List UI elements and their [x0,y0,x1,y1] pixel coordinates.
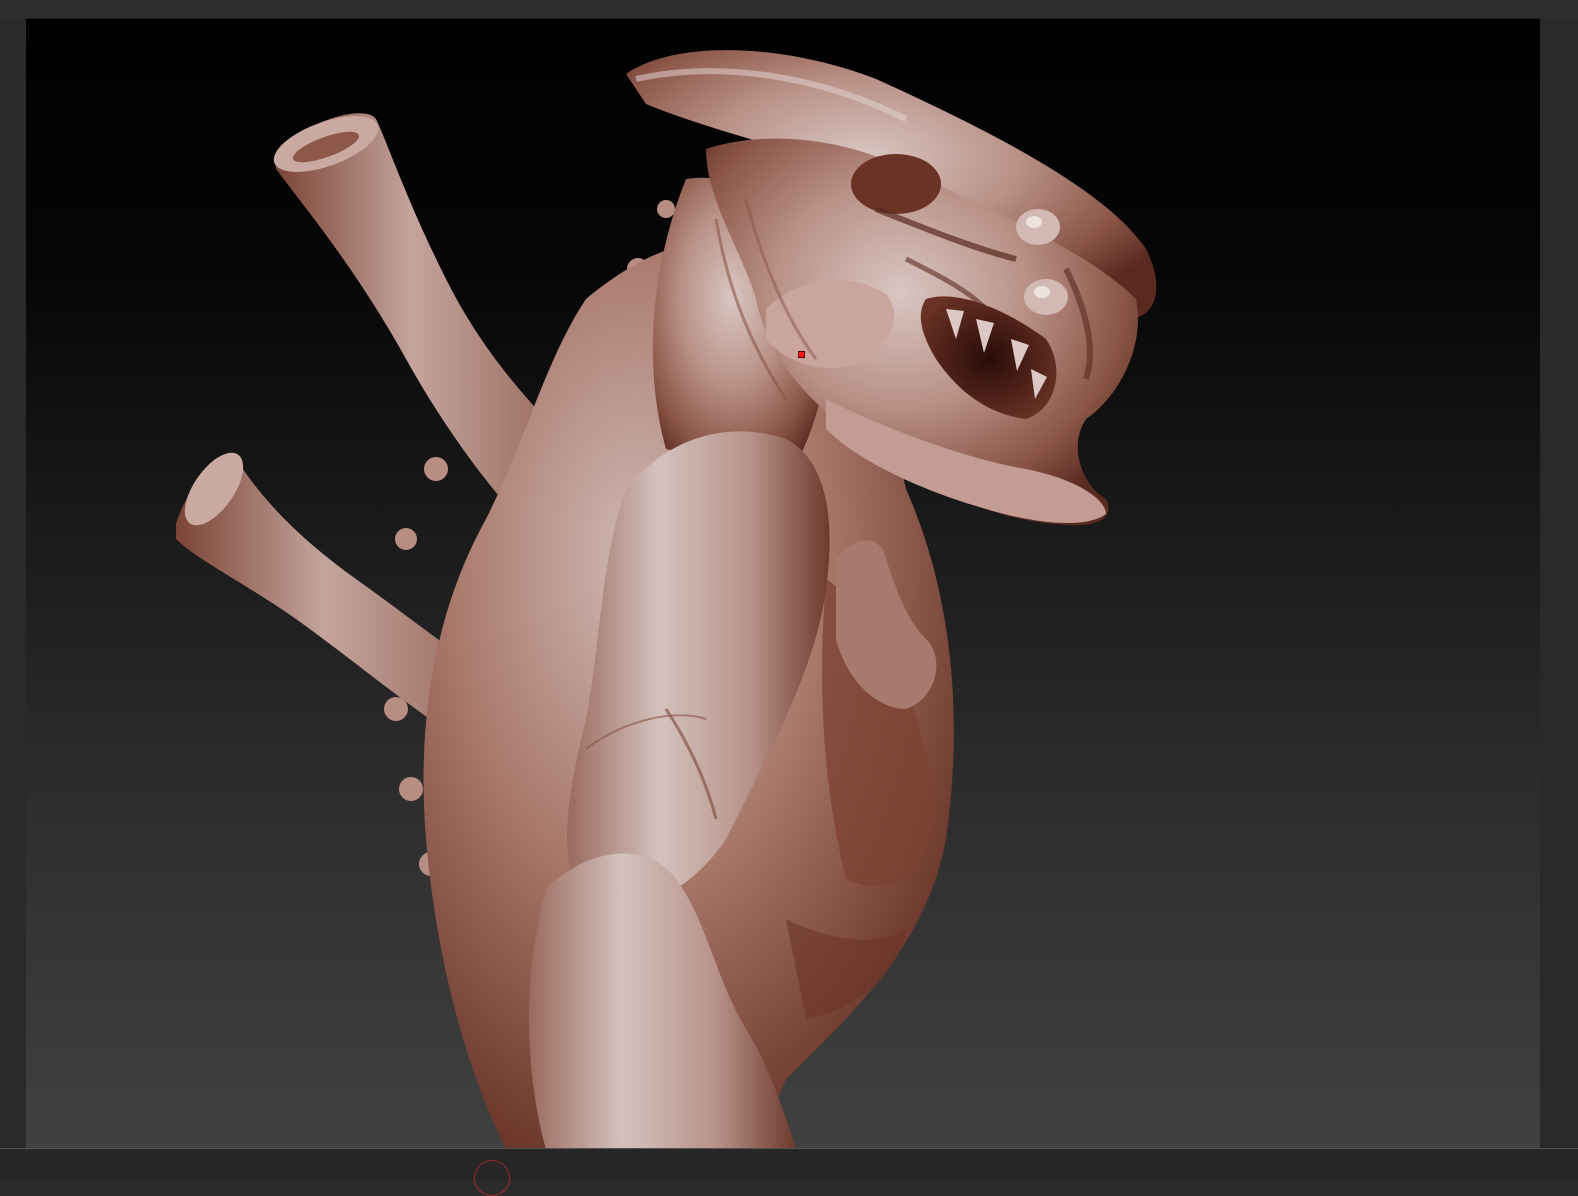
3d-viewport-canvas[interactable] [26,18,1540,1149]
bottom-shelf [0,1148,1578,1181]
app-window [0,0,1578,1196]
left-shelf [0,18,26,1148]
eye-socket-upper [851,154,941,214]
right-shelf [1540,18,1578,1148]
cursor-marker [798,351,805,358]
sculpt-model[interactable] [26,19,1540,1149]
brush-size-indicator[interactable] [474,1160,510,1196]
top-toolbar-strip [0,0,1578,18]
